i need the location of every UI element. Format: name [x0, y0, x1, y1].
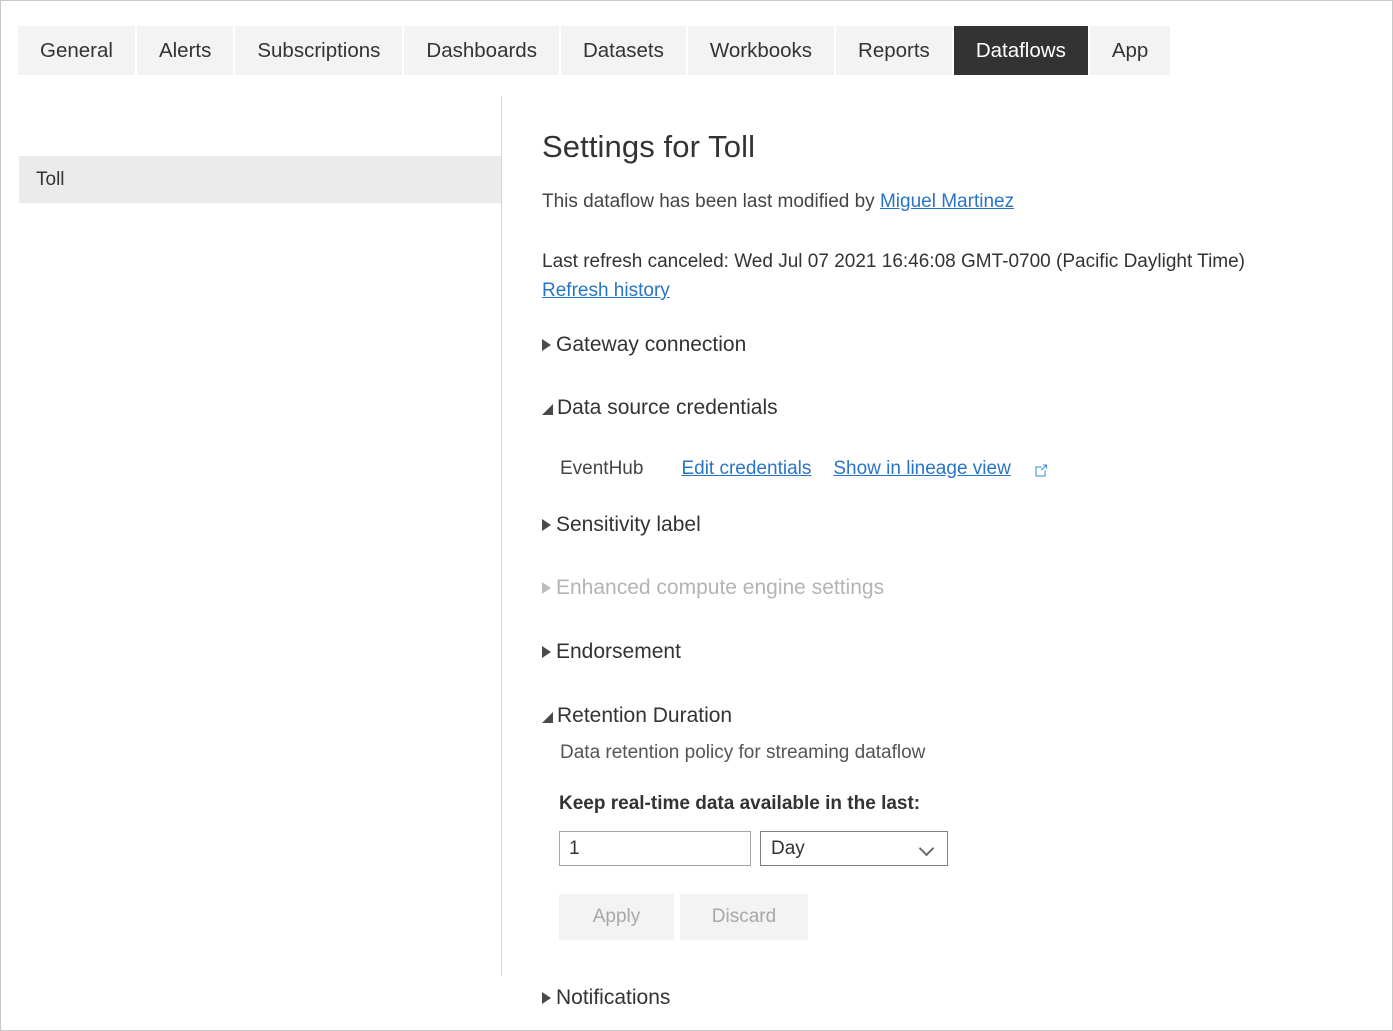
section-header-notifications[interactable]: Notifications — [542, 986, 670, 1010]
dataflow-list-sidebar: Toll — [1, 96, 501, 1031]
sidebar-item-toll[interactable]: Toll — [19, 156, 501, 203]
section-label-endorsement: Endorsement — [556, 640, 681, 664]
retention-unit-value: Day — [771, 838, 920, 860]
last-modified-line: This dataflow has been last modified by … — [542, 191, 1014, 213]
section-header-enhanced-compute-engine: Enhanced compute engine settings — [542, 576, 884, 600]
settings-tabstrip: General Alerts Subscriptions Dashboards … — [18, 26, 1172, 75]
section-label-sensitivity-label: Sensitivity label — [556, 513, 701, 537]
section-header-data-source-credentials[interactable]: Data source credentials — [542, 396, 778, 420]
edit-credentials-link[interactable]: Edit credentials — [681, 458, 811, 480]
refresh-history-link-wrap: Refresh history — [542, 280, 670, 302]
section-label-gateway-connection: Gateway connection — [556, 333, 746, 357]
tab-general[interactable]: General — [18, 26, 135, 75]
tab-app[interactable]: App — [1090, 26, 1170, 75]
sidebar-item-label: Toll — [36, 169, 65, 191]
apply-button[interactable]: Apply — [559, 894, 674, 940]
retention-description: Data retention policy for streaming data… — [560, 742, 925, 764]
discard-button[interactable]: Discard — [680, 894, 808, 940]
chevron-down-icon — [542, 712, 554, 724]
settings-page: General Alerts Subscriptions Dashboards … — [0, 0, 1393, 1031]
external-link-icon[interactable] — [1033, 462, 1049, 478]
chevron-right-icon — [542, 992, 551, 1004]
tab-workbooks[interactable]: Workbooks — [688, 26, 834, 75]
section-label-notifications: Notifications — [556, 986, 670, 1010]
tab-subscriptions[interactable]: Subscriptions — [235, 26, 402, 75]
tab-alerts[interactable]: Alerts — [137, 26, 233, 75]
section-notifications: Notifications — [542, 986, 670, 1010]
section-label-enhanced-compute-engine: Enhanced compute engine settings — [556, 576, 884, 600]
tab-dashboards[interactable]: Dashboards — [404, 26, 559, 75]
last-modified-prefix: This dataflow has been last modified by — [542, 191, 880, 212]
section-endorsement: Endorsement — [542, 640, 681, 664]
chevron-right-icon — [542, 646, 551, 658]
chevron-right-icon — [542, 582, 551, 594]
settings-detail-panel: Settings for Toll This dataflow has been… — [502, 96, 1392, 1030]
retention-field-label: Keep real-time data available in the las… — [559, 793, 920, 815]
section-label-data-source-credentials: Data source credentials — [557, 396, 778, 420]
tab-dataflows[interactable]: Dataflows — [954, 26, 1088, 75]
section-retention-duration: Retention Duration — [542, 704, 732, 728]
credential-row: EventHub Edit credentials Show in lineag… — [560, 458, 1049, 480]
section-header-endorsement[interactable]: Endorsement — [542, 640, 681, 664]
chevron-right-icon — [542, 519, 551, 531]
refresh-history-link[interactable]: Refresh history — [542, 280, 670, 301]
retention-unit-select[interactable]: Day — [760, 831, 948, 866]
chevron-right-icon — [542, 339, 551, 351]
section-gateway-connection: Gateway connection — [542, 333, 746, 357]
page-title: Settings for Toll — [542, 129, 755, 165]
section-header-gateway-connection[interactable]: Gateway connection — [542, 333, 746, 357]
retention-amount-input[interactable] — [559, 831, 751, 866]
section-data-source-credentials: Data source credentials — [542, 396, 778, 420]
tab-reports[interactable]: Reports — [836, 26, 952, 75]
last-refresh-status: Last refresh canceled: Wed Jul 07 2021 1… — [542, 251, 1245, 273]
tab-datasets[interactable]: Datasets — [561, 26, 686, 75]
section-sensitivity-label: Sensitivity label — [542, 513, 701, 537]
chevron-down-icon — [920, 842, 933, 855]
section-header-sensitivity-label[interactable]: Sensitivity label — [542, 513, 701, 537]
section-label-retention-duration: Retention Duration — [557, 704, 732, 728]
chevron-down-icon — [542, 404, 554, 416]
section-header-retention-duration[interactable]: Retention Duration — [542, 704, 732, 728]
section-enhanced-compute-engine: Enhanced compute engine settings — [542, 576, 884, 600]
show-in-lineage-view-link[interactable]: Show in lineage view — [833, 458, 1010, 480]
last-modified-by-link[interactable]: Miguel Martinez — [880, 191, 1014, 212]
credential-source-name: EventHub — [560, 458, 643, 480]
